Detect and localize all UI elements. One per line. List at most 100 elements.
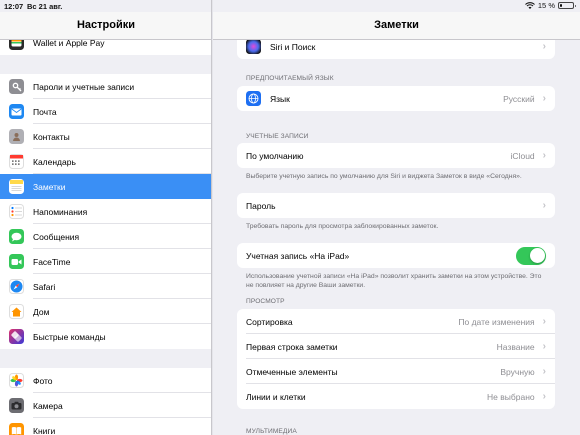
password-card: Пароль › xyxy=(237,193,555,218)
sidebar-item-label: Календарь xyxy=(33,156,76,167)
sidebar-item-messages[interactable]: Сообщения xyxy=(0,224,211,249)
sidebar-item-notes[interactable]: Заметки xyxy=(0,174,211,199)
sidebar-item-home[interactable]: Дом xyxy=(0,299,211,324)
sidebar-item-label: Дом xyxy=(33,306,50,317)
accounts-section-header: УЧЕТНЫЕ ЗАПИСИ xyxy=(246,133,309,140)
row-label: Учетная запись «На iPad» xyxy=(246,250,350,261)
battery-icon xyxy=(558,2,576,9)
mail-icon xyxy=(9,104,24,119)
sidebar-item-label: Заметки xyxy=(33,181,66,192)
default-account-value: iCloud xyxy=(510,150,535,161)
sidebar-group-apps: Пароли и учетные записи Почта Контакты К… xyxy=(0,74,211,349)
wifi-icon xyxy=(525,1,535,9)
sidebar-item-shortcuts[interactable]: Быстрые команды xyxy=(0,324,211,349)
contacts-icon xyxy=(9,129,24,144)
sidebar-title: Настройки xyxy=(0,12,211,40)
row-label: Siri и Поиск xyxy=(270,41,316,52)
language-section-header: ПРЕДПОЧИТАЕМЫЙ ЯЗЫК xyxy=(246,75,334,82)
row-label: По умолчанию xyxy=(246,150,304,161)
view-card: Сортировка По дате изменения › Первая ст… xyxy=(237,309,555,409)
sidebar-item-label: Сообщения xyxy=(33,231,80,242)
status-date: Вс 21 авг. xyxy=(27,2,63,11)
sidebar-item-label: Пароли и учетные записи xyxy=(33,81,135,92)
status-time: 12:07 xyxy=(4,2,24,11)
camera-icon xyxy=(9,398,24,413)
sidebar-item-photos[interactable]: Фото xyxy=(0,368,211,393)
row-label: Сортировка xyxy=(246,316,293,327)
lines-grids-row[interactable]: Линии и клетки Не выбрано › xyxy=(237,384,555,409)
sort-row[interactable]: Сортировка По дате изменения › xyxy=(237,309,555,334)
sidebar-item-label: Почта xyxy=(33,106,57,117)
ipad-account-footer: Использование учетной записи «На iPad» п… xyxy=(246,273,542,289)
chevron-right-icon: › xyxy=(542,366,546,377)
chevron-right-icon: › xyxy=(542,391,546,402)
siri-icon xyxy=(246,39,261,54)
chevron-right-icon: › xyxy=(542,93,546,104)
shortcuts-icon xyxy=(9,329,24,344)
photos-icon xyxy=(9,373,24,388)
row-value: По дате изменения xyxy=(458,316,535,327)
sidebar-item-passwords[interactable]: Пароли и учетные записи xyxy=(0,74,211,99)
password-row[interactable]: Пароль › xyxy=(237,193,555,218)
sidebar-item-safari[interactable]: Safari xyxy=(0,274,211,299)
sidebar-item-mail[interactable]: Почта xyxy=(0,99,211,124)
page-title: Заметки xyxy=(213,12,580,40)
row-label: Отмеченные элементы xyxy=(246,366,338,377)
sidebar-item-label: Быстрые команды xyxy=(33,331,106,342)
battery-fill xyxy=(560,4,562,7)
row-label: Линии и клетки xyxy=(246,391,306,402)
sidebar-item-contacts[interactable]: Контакты xyxy=(0,124,211,149)
sidebar-item-label: Фото xyxy=(33,375,53,386)
facetime-icon xyxy=(9,254,24,269)
globe-icon xyxy=(246,91,261,106)
sidebar-item-label: Напоминания xyxy=(33,206,88,217)
sidebar-item-label: Safari xyxy=(33,281,56,292)
default-account-card: По умолчанию iCloud › xyxy=(237,143,555,168)
default-account-row[interactable]: По умолчанию iCloud › xyxy=(237,143,555,168)
notes-icon xyxy=(9,179,24,194)
sidebar-item-label: FaceTime xyxy=(33,256,71,267)
row-value: Название xyxy=(496,341,535,352)
view-section-header: ПРОСМОТР xyxy=(246,298,285,305)
books-icon xyxy=(9,423,24,435)
row-value: Не выбрано xyxy=(487,391,535,402)
row-value: Вручную xyxy=(500,366,535,377)
chevron-right-icon: › xyxy=(542,200,546,211)
sidebar-item-books[interactable]: Книги xyxy=(0,418,211,435)
language-row[interactable]: Язык Русский › xyxy=(237,86,555,111)
first-line-row[interactable]: Первая строка заметки Название › xyxy=(237,334,555,359)
safari-icon xyxy=(9,279,24,294)
home-icon xyxy=(9,304,24,319)
chevron-right-icon: › xyxy=(542,316,546,327)
status-bar: 12:07 Вс 21 авг. 15 % xyxy=(0,0,580,12)
multimedia-section-header: МУЛЬТИМЕДИА xyxy=(246,428,297,435)
settings-sidebar: Настройки Wallet и Apple Pay Пароли и уч… xyxy=(0,0,212,435)
chevron-right-icon: › xyxy=(542,341,546,352)
notes-settings-pane: Заметки Siri и Поиск › ПРЕДПОЧИТАЕМЫЙ ЯЗ… xyxy=(213,0,580,435)
sidebar-item-label: Камера xyxy=(33,400,63,411)
key-icon xyxy=(9,79,24,94)
reminders-icon xyxy=(9,204,24,219)
sidebar-item-camera[interactable]: Камера xyxy=(0,393,211,418)
language-value: Русский xyxy=(503,93,535,104)
chevron-right-icon: › xyxy=(542,41,546,52)
sidebar-item-reminders[interactable]: Напоминания xyxy=(0,199,211,224)
ipad-account-toggle[interactable] xyxy=(516,246,546,265)
ipad-account-row: Учетная запись «На iPad» xyxy=(237,243,555,268)
sidebar-group-media: Фото Камера Книги xyxy=(0,368,211,435)
row-label: Пароль xyxy=(246,200,276,211)
row-label: Язык xyxy=(270,93,290,104)
ipad-account-card: Учетная запись «На iPad» xyxy=(237,243,555,268)
sidebar-item-calendar[interactable]: Календарь xyxy=(0,149,211,174)
row-label: Первая строка заметки xyxy=(246,341,338,352)
status-right: 15 % xyxy=(525,1,576,10)
chevron-right-icon: › xyxy=(542,150,546,161)
calendar-icon xyxy=(9,154,24,169)
battery-percent: 15 % xyxy=(537,1,555,10)
sidebar-item-facetime[interactable]: FaceTime xyxy=(0,249,211,274)
messages-icon xyxy=(9,229,24,244)
checked-items-row[interactable]: Отмеченные элементы Вручную › xyxy=(237,359,555,384)
sidebar-item-label: Контакты xyxy=(33,131,70,142)
password-footer: Требовать пароль для просмотра заблокиро… xyxy=(246,223,439,230)
default-account-footer: Выберите учетную запись по умолчанию для… xyxy=(246,173,522,180)
